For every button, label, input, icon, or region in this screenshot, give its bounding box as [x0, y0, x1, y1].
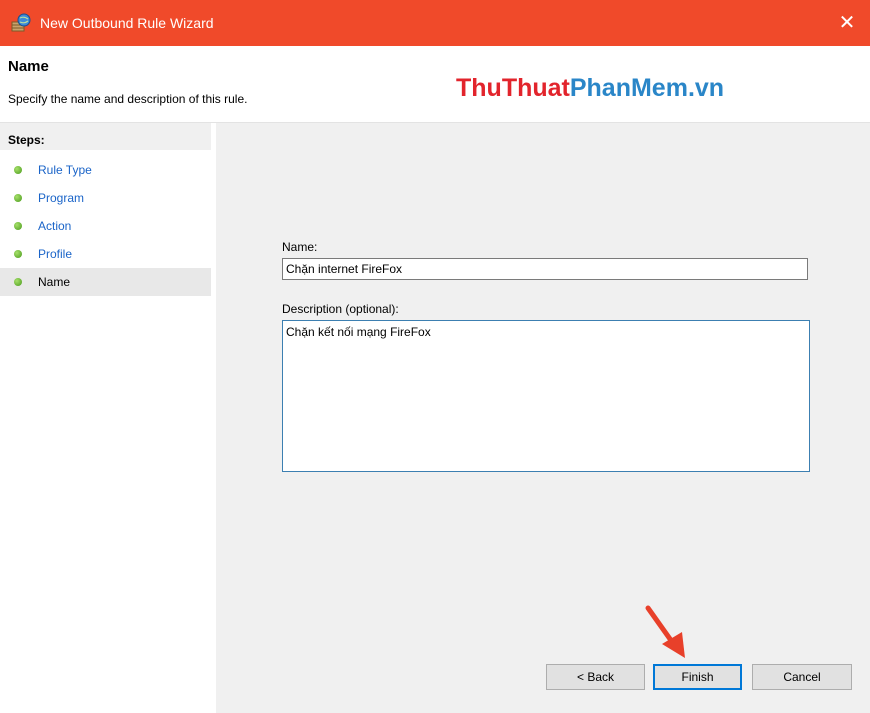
- step-name[interactable]: Name: [0, 268, 211, 296]
- arrow-down-right-icon: [645, 605, 685, 658]
- step-status-dot-icon: [14, 194, 22, 202]
- wizard-header: Name Specify the name and description of…: [0, 46, 870, 123]
- cancel-button[interactable]: Cancel: [752, 664, 852, 690]
- watermark-logo: ThuThuatPhanMem.vn: [456, 74, 724, 103]
- description-textarea[interactable]: Chặn kết nối mạng FireFox: [282, 320, 810, 472]
- steps-sidebar: Steps: Rule Type Program Action Profile …: [0, 123, 211, 713]
- finish-button[interactable]: Finish: [653, 664, 742, 690]
- step-status-dot-icon: [14, 250, 22, 258]
- step-rule-type[interactable]: Rule Type: [0, 156, 211, 184]
- firewall-app-icon: [11, 13, 31, 33]
- page-title: Name: [8, 58, 49, 75]
- step-label: Program: [38, 191, 85, 205]
- step-label: Action: [38, 219, 72, 233]
- step-status-dot-icon: [14, 278, 22, 286]
- name-input[interactable]: [282, 258, 808, 280]
- watermark-part2: PhanMem.vn: [569, 74, 725, 102]
- window-title: New Outbound Rule Wizard: [40, 15, 214, 31]
- watermark-part1: ThuThuat: [456, 74, 570, 102]
- step-status-dot-icon: [14, 222, 22, 230]
- close-icon[interactable]: ✕: [824, 0, 870, 46]
- title-bar: New Outbound Rule Wizard ✕: [0, 0, 870, 46]
- back-button[interactable]: < Back: [546, 664, 645, 690]
- step-label: Name: [38, 275, 71, 289]
- page-subtitle: Specify the name and description of this…: [8, 92, 248, 106]
- name-label: Name:: [282, 240, 318, 254]
- step-status-dot-icon: [14, 166, 22, 174]
- step-action[interactable]: Action: [0, 212, 211, 240]
- step-label: Rule Type: [38, 163, 92, 177]
- steps-heading: Steps:: [8, 133, 45, 147]
- step-profile[interactable]: Profile: [0, 240, 211, 268]
- description-label: Description (optional):: [282, 302, 399, 316]
- step-label: Profile: [38, 247, 73, 261]
- step-program[interactable]: Program: [0, 184, 211, 212]
